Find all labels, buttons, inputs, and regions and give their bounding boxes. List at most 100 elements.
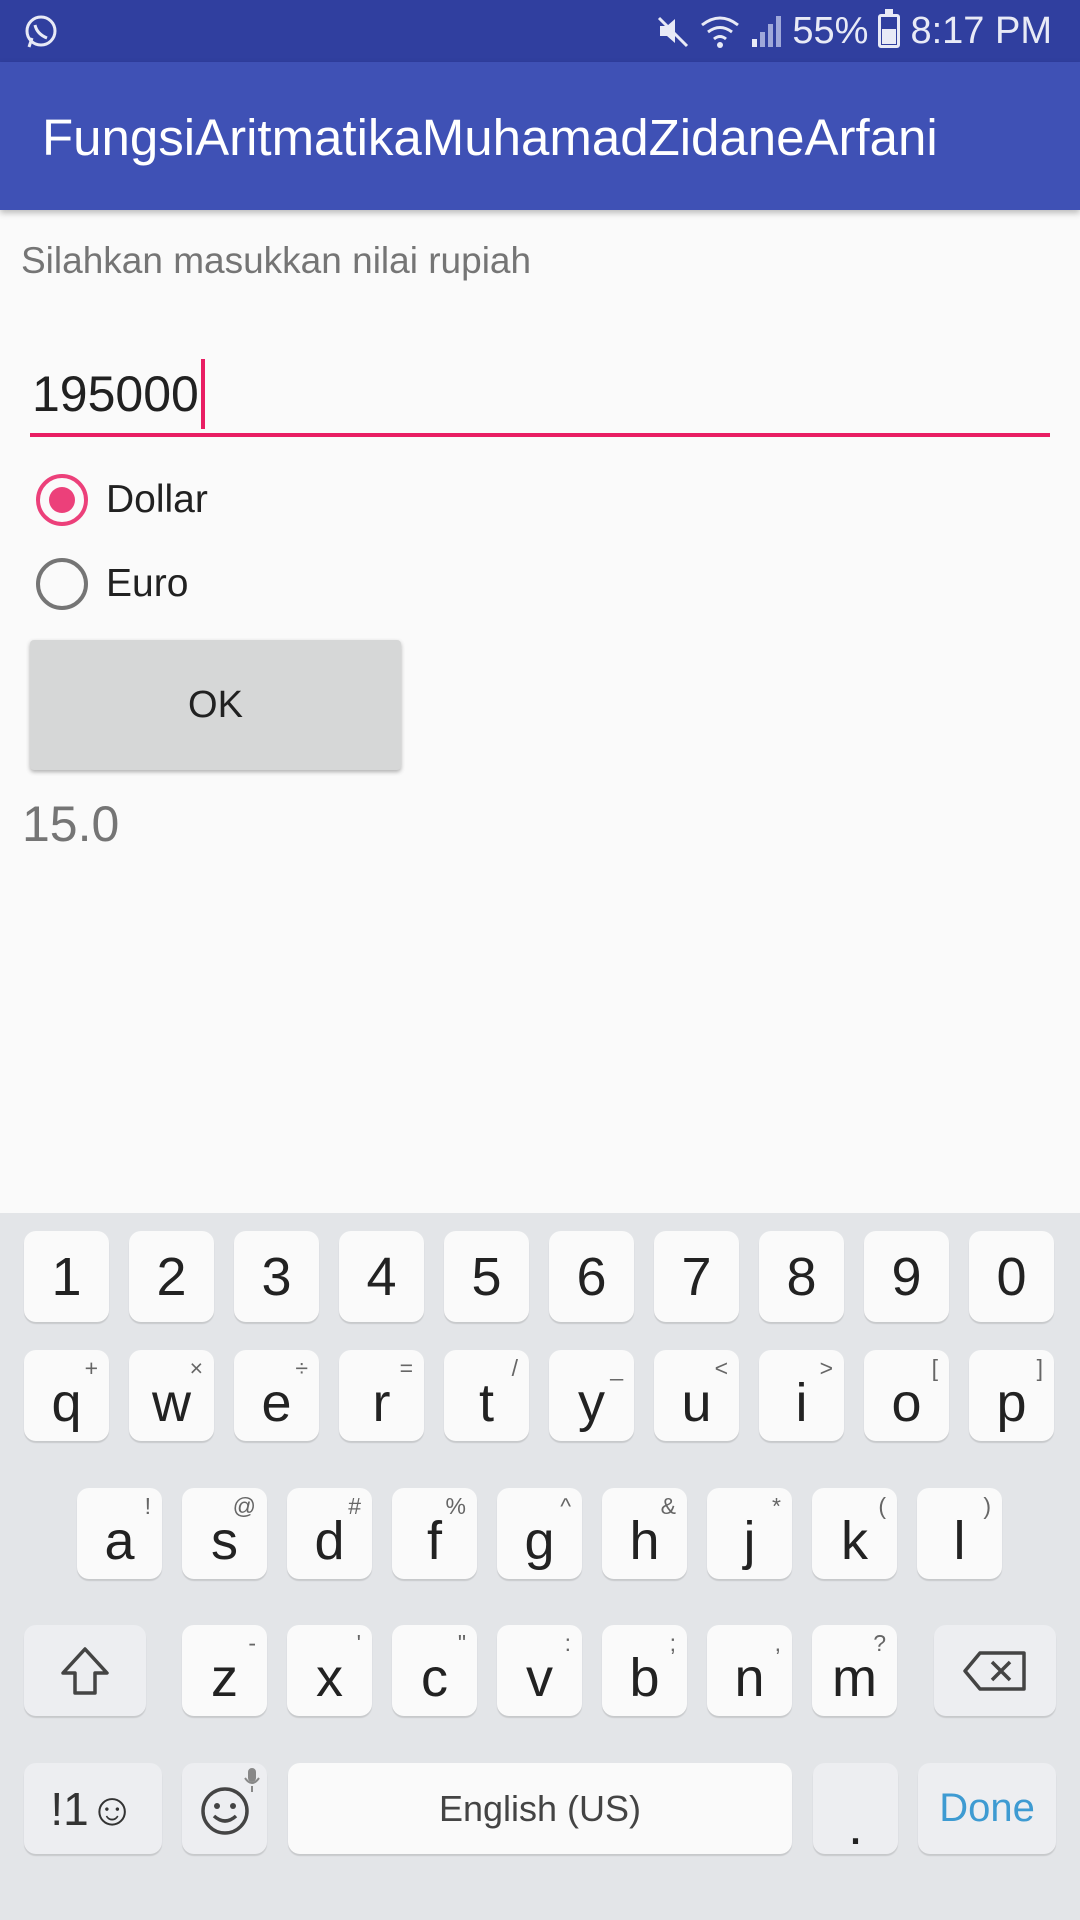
whatsapp-icon [25,15,57,48]
key-2[interactable]: 2 [129,1231,214,1322]
rupiah-input[interactable]: 195000 [30,355,1050,437]
key-label: l [953,1510,966,1571]
key-t[interactable]: t / [444,1350,529,1441]
key-l[interactable]: l) [917,1488,1002,1579]
key-hint: × [189,1355,203,1381]
key-q[interactable]: q + [24,1350,109,1441]
key-e[interactable]: e ÷ [234,1350,319,1441]
key-hint: % [445,1493,466,1519]
key-x[interactable]: x ' [287,1625,372,1716]
shift-icon [61,1646,109,1695]
key-hint: ( [878,1493,886,1519]
space-key[interactable]: English (US) [288,1763,792,1854]
key-6[interactable]: 6 [549,1231,634,1322]
key-r[interactable]: r = [339,1350,424,1441]
key-4[interactable]: 4 [339,1231,424,1322]
mute-icon [658,16,689,48]
key-v[interactable]: v: [497,1625,582,1716]
key-hint: = [399,1355,413,1381]
key-d[interactable]: d # [287,1488,372,1579]
key-hint: : [564,1630,571,1656]
backspace-icon [963,1650,1026,1691]
radio-button-unchecked[interactable] [36,558,88,610]
key-hint: - [248,1630,256,1656]
radio-euro-label: Euro [106,562,189,605]
key-1[interactable]: 1 [24,1231,109,1322]
key-hint: * [772,1493,781,1519]
radio-euro[interactable]: Euro [36,558,188,610]
signal-icon [752,16,782,47]
shift-key[interactable] [24,1625,146,1716]
clock: 8:17 PM [910,9,1052,52]
key-p[interactable]: p] [969,1350,1054,1441]
key-hint: _ [610,1355,623,1381]
key-s[interactable]: s @ [182,1488,267,1579]
key-label: x [316,1647,343,1708]
period-label: . [847,1795,863,1856]
key-label: z [211,1647,238,1708]
emoji-key[interactable] [182,1763,267,1854]
key-label: m [832,1647,877,1708]
text-cursor [201,359,205,429]
key-label: h [629,1510,660,1571]
key-hint: ' [356,1630,361,1656]
key-label: 4 [366,1246,397,1307]
key-k[interactable]: k( [812,1488,897,1579]
period-key[interactable]: . [813,1763,898,1856]
key-label: r [372,1372,391,1433]
key-label: 9 [891,1246,922,1307]
key-7[interactable]: 7 [654,1231,739,1322]
key-label: v [526,1647,553,1708]
result-value: 15.0 [22,796,120,852]
key-0[interactable]: 0 [969,1231,1054,1322]
key-u[interactable]: u < [654,1350,739,1441]
key-w[interactable]: w × [129,1350,214,1441]
key-hint: ; [669,1630,676,1656]
key-y[interactable]: y _ [549,1350,634,1441]
key-label: t [478,1372,494,1433]
key-label: i [795,1372,808,1433]
symbols-key[interactable]: !1☺ [24,1763,162,1854]
key-label: j [743,1510,756,1571]
key-a[interactable]: a! [77,1488,162,1579]
done-key[interactable]: Done [918,1763,1056,1854]
key-hint: " [457,1630,466,1656]
key-5[interactable]: 5 [444,1231,529,1322]
key-hint: ? [873,1630,886,1656]
prompt-label: Silahkan masukkan nilai rupiah [21,240,532,281]
key-3[interactable]: 3 [234,1231,319,1322]
key-h[interactable]: h & [602,1488,687,1579]
key-c[interactable]: c " [392,1625,477,1716]
key-j[interactable]: j * [707,1488,792,1579]
key-o[interactable]: o[ [864,1350,949,1441]
ok-button[interactable]: OK [30,640,401,770]
key-hint: > [819,1355,833,1381]
app-bar: FungsiAritmatikaMuhamadZidaneArfani [0,62,1080,210]
key-f[interactable]: f% [392,1488,477,1579]
key-label: d [314,1510,345,1571]
key-i[interactable]: i > [759,1350,844,1441]
key-hint: @ [232,1493,256,1519]
key-label: u [681,1372,712,1433]
key-hint: ) [983,1493,991,1519]
key-8[interactable]: 8 [759,1231,844,1322]
key-label: 3 [261,1246,292,1307]
key-label: a [104,1510,135,1571]
soft-keyboard: !1☺ English (US) . Done 1 2 3 4 5 6 7 8 9 0 q + w × e ÷… [0,1213,1080,1920]
backspace-key[interactable] [934,1625,1056,1716]
key-label: 7 [681,1246,712,1307]
key-z[interactable]: z- [182,1625,267,1716]
key-m[interactable]: m? [812,1625,897,1716]
key-label: k [841,1510,868,1571]
radio-dollar[interactable]: Dollar [36,474,208,526]
radio-button-checked[interactable] [36,474,88,526]
key-n[interactable]: n, [707,1625,792,1716]
key-g[interactable]: g ^ [497,1488,582,1579]
key-b[interactable]: b; [602,1625,687,1716]
key-label: g [524,1510,555,1571]
key-hint: / [511,1355,518,1381]
key-label: b [629,1647,660,1708]
key-9[interactable]: 9 [864,1231,949,1322]
key-hint: , [774,1630,781,1656]
rupiah-input-value: 195000 [32,366,199,422]
